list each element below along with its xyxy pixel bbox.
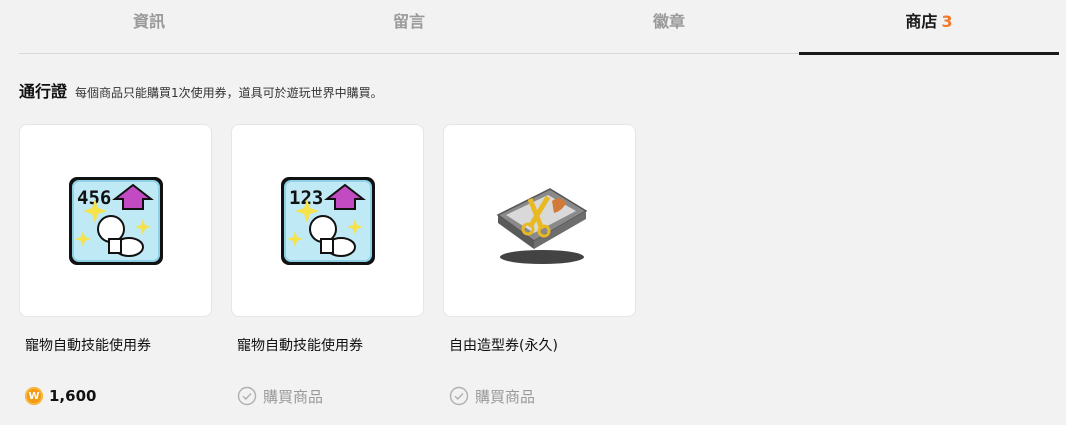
item-thumbnail[interactable]	[443, 124, 636, 317]
pet-auto-skill-ticket-123-icon: 123	[280, 176, 375, 265]
tab-label: 徽章	[652, 12, 685, 31]
item-price: 1,600	[49, 387, 97, 405]
item-thumbnail[interactable]: 456	[19, 124, 212, 317]
item-card[interactable]: 123 寵物自動技能使用券 購買商品	[231, 124, 424, 407]
tab-shop[interactable]: 商店 3	[799, 0, 1059, 55]
price-row: 購買商品	[237, 385, 424, 407]
buy-button[interactable]: 購買商品	[449, 386, 535, 407]
buy-button-label: 購買商品	[263, 387, 324, 406]
item-name: 自由造型券(永久)	[449, 338, 558, 354]
item-card[interactable]: 456 寵物自動技能使用券 W 1,600	[19, 124, 212, 407]
w-coin-icon: W	[25, 387, 43, 405]
tab-info[interactable]: 資訊	[19, 0, 279, 53]
tab-count-badge: 3	[941, 12, 953, 31]
buy-button-label: 購買商品	[475, 387, 536, 406]
section-description: 每個商品只能購買1次使用券，道具可於遊玩世界中購買。	[75, 86, 383, 100]
check-circle-icon	[237, 386, 257, 406]
tab-badges[interactable]: 徽章	[539, 0, 799, 53]
tab-bar: 資訊 留言 徽章 商店 3	[19, 0, 1059, 55]
tab-label: 商店	[905, 12, 938, 31]
check-circle-icon	[449, 386, 469, 406]
item-name: 寵物自動技能使用券	[237, 338, 363, 354]
item-card[interactable]: 自由造型券(永久) 購買商品	[443, 124, 636, 407]
section-title: 通行證	[19, 82, 68, 101]
tab-label: 資訊	[132, 12, 165, 31]
free-style-coupon-icon	[496, 187, 587, 264]
buy-button[interactable]: 購買商品	[237, 386, 323, 407]
price-row: 購買商品	[449, 385, 636, 407]
section-header: 通行證 每個商品只能購買1次使用券，道具可於遊玩世界中購買。	[19, 78, 383, 102]
pet-auto-skill-ticket-456-icon: 456	[68, 176, 163, 265]
item-list: 456 寵物自動技能使用券 W 1,600 123 寵物自動技能使用券 購買商品…	[19, 124, 655, 407]
price-row[interactable]: W 1,600	[25, 385, 212, 407]
tab-label: 留言	[392, 12, 425, 31]
item-thumbnail[interactable]: 123	[231, 124, 424, 317]
item-name: 寵物自動技能使用券	[25, 338, 151, 354]
tab-comments[interactable]: 留言	[279, 0, 539, 53]
